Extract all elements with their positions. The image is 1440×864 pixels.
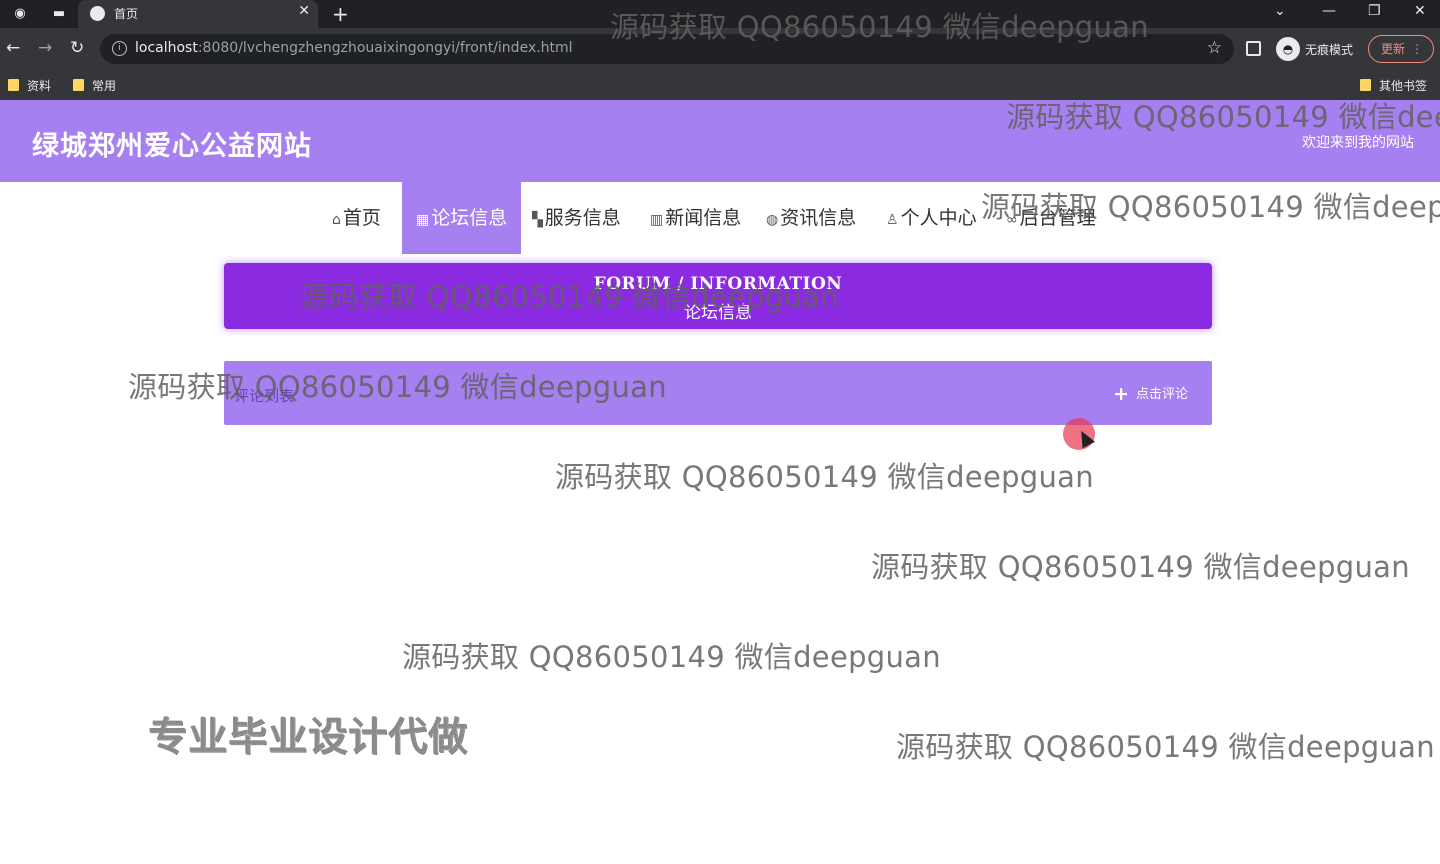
browser-tab-home[interactable]: 首页 ✕ <box>78 0 318 28</box>
home-icon: ⌂ <box>332 212 341 228</box>
site-title: 绿城郑州爱心公益网站 <box>32 131 312 162</box>
folder-icon <box>73 79 84 91</box>
tab-list-chevron-icon[interactable]: ⌄ <box>1274 3 1286 19</box>
restore-icon[interactable]: ❐ <box>1368 3 1381 19</box>
watermark: 源码获取 QQ86050149 微信deepguan <box>128 370 667 404</box>
globe-favicon-icon <box>90 6 105 21</box>
folder-icon <box>8 79 19 91</box>
url-text[interactable]: localhost:8080/lvchengzhengzhouaixingong… <box>135 40 573 56</box>
promo-overlay-text: 专业毕业设计代做 <box>148 715 469 760</box>
user-icon: ♙ <box>886 212 899 228</box>
forum-icon: ▦ <box>416 212 430 228</box>
watermark: 源码获取 QQ86050149 微信dee <box>1006 100 1440 134</box>
plus-icon: + <box>1113 383 1129 405</box>
watermark: 源码获取 QQ86050149 微信deepguan <box>610 10 1149 44</box>
minimize-icon[interactable]: — <box>1322 3 1336 19</box>
service-icon: ▚ <box>532 212 543 228</box>
watermark: 源码获取 QQ86050149 微信deepguan <box>300 280 839 314</box>
tab-title: 首页 <box>114 7 139 21</box>
bookmark-star-icon[interactable]: ☆ <box>1207 38 1222 58</box>
back-icon[interactable]: ← <box>6 38 20 58</box>
info-globe-icon: ◍ <box>766 212 779 228</box>
bookmark-folder-changyong[interactable]: 常用 <box>73 77 116 94</box>
watermark: 源码获取 QQ86050149 微信deep <box>981 190 1440 224</box>
add-comment-button[interactable]: + 点击评论 <box>1113 383 1188 405</box>
new-tab-icon[interactable]: + <box>332 2 349 26</box>
close-window-icon[interactable]: ✕ <box>1414 3 1426 19</box>
chrome-menu-icon[interactable]: ◉ <box>11 5 29 23</box>
update-label: 更新 <box>1381 42 1406 56</box>
nav-item-service[interactable]: ▚ 服务信息 <box>532 182 621 254</box>
incognito-icon[interactable]: ◓ <box>1276 37 1300 61</box>
nav-item-news[interactable]: ▥ 新闻信息 <box>650 182 741 254</box>
watermark: 源码获取 QQ86050149 微信deepguan <box>871 550 1410 584</box>
news-icon: ▥ <box>650 212 664 228</box>
update-button[interactable]: 更新 ⋮ <box>1368 35 1434 63</box>
forward-icon[interactable]: → <box>38 38 52 58</box>
nav-item-info[interactable]: ◍ 资讯信息 <box>766 182 856 254</box>
tab-search-icon[interactable]: ▬ <box>50 5 68 23</box>
close-tab-icon[interactable]: ✕ <box>298 3 310 19</box>
bookmark-folder-other[interactable]: 其他书签 <box>1360 77 1427 94</box>
watermark: 源码获取 QQ86050149 微信deepguan <box>896 730 1435 764</box>
folder-icon <box>1360 79 1371 91</box>
watermark: 源码获取 QQ86050149 微信deepguan <box>555 460 1094 494</box>
site-info-icon[interactable]: i <box>112 41 127 56</box>
watermark: 源码获取 QQ86050149 微信deepguan <box>402 640 941 674</box>
side-panel-icon[interactable] <box>1246 41 1261 56</box>
nav-item-user-center[interactable]: ♙ 个人中心 <box>886 182 977 254</box>
more-menu-icon: ⋮ <box>1411 42 1423 56</box>
nav-item-forum[interactable]: ▦ 论坛信息 <box>402 182 521 254</box>
bookmark-folder-ziliao[interactable]: 资料 <box>8 77 51 94</box>
reload-icon[interactable]: ↻ <box>70 38 84 58</box>
nav-item-home[interactable]: ⌂ 首页 <box>332 182 381 254</box>
incognito-label[interactable]: 无痕模式 <box>1305 41 1353 58</box>
